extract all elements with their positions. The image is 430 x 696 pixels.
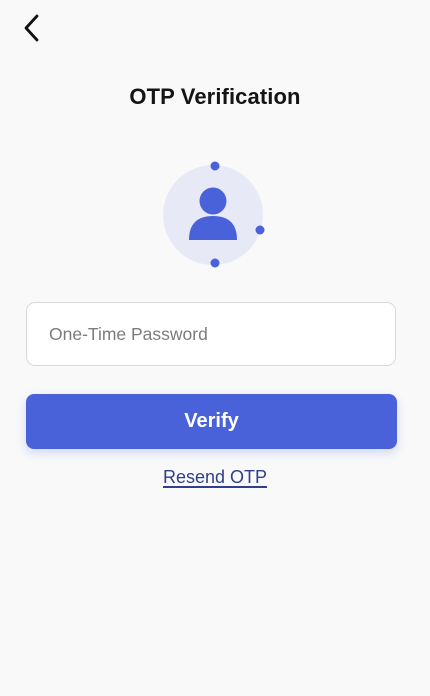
resend-otp-label: Resend OTP bbox=[162, 467, 268, 487]
otp-input[interactable] bbox=[27, 303, 395, 365]
chevron-left-icon bbox=[24, 14, 39, 42]
resend-otp-link[interactable]: Resend OTP bbox=[0, 467, 430, 488]
otp-verification-screen: OTP Verification Verify Resend OTP bbox=[0, 0, 430, 696]
user-avatar-icon bbox=[163, 161, 265, 268]
otp-input-container bbox=[26, 302, 396, 366]
back-button[interactable] bbox=[14, 10, 50, 46]
page-title: OTP Verification bbox=[129, 84, 301, 109]
avatar bbox=[159, 158, 271, 270]
verify-button[interactable]: Verify bbox=[26, 394, 397, 449]
